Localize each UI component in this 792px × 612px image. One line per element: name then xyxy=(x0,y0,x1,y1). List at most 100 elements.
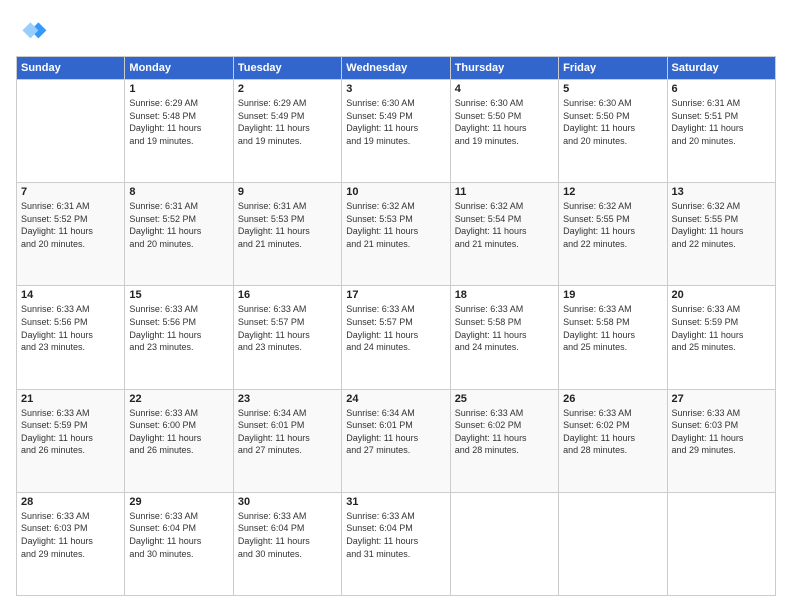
calendar-day-25: 25 Sunrise: 6:33 AM Sunset: 6:02 PM Dayli… xyxy=(450,389,558,492)
calendar-day-23: 23Sunrise: 6:34 AM Sunset: 6:01 PM Dayli… xyxy=(233,389,341,492)
day-info: Sunrise: 6:33 AM Sunset: 6:04 PM Dayligh… xyxy=(346,510,445,560)
day-info: Sunrise: 6:33 AM Sunset: 5:57 PM Dayligh… xyxy=(346,303,445,353)
day-info: Sunrise: 6:32 AM Sunset: 5:55 PM Dayligh… xyxy=(672,200,771,250)
day-number: 31 xyxy=(346,496,445,508)
weekday-header-tuesday: Tuesday xyxy=(233,57,341,80)
calendar-day-1: 1Sunrise: 6:29 AM Sunset: 5:48 PM Daylig… xyxy=(125,80,233,183)
day-number: 26 xyxy=(563,393,662,405)
day-info: Sunrise: 6:30 AM Sunset: 5:49 PM Dayligh… xyxy=(346,97,445,147)
day-number: 18 xyxy=(455,289,554,301)
day-number: 9 xyxy=(238,186,337,198)
calendar-empty-cell xyxy=(17,80,125,183)
day-info: Sunrise: 6:31 AM Sunset: 5:52 PM Dayligh… xyxy=(21,200,120,250)
calendar-day-30: 30 Sunrise: 6:33 AM Sunset: 6:04 PM Dayli… xyxy=(233,492,341,595)
weekday-header-sunday: Sunday xyxy=(17,57,125,80)
day-number: 4 xyxy=(455,83,554,95)
day-info: Sunrise: 6:32 AM Sunset: 5:54 PM Dayligh… xyxy=(455,200,554,250)
day-info: Sunrise: 6:33 AM Sunset: 6:04 PM Dayligh… xyxy=(129,510,228,560)
logo xyxy=(16,16,52,48)
day-number: 2 xyxy=(238,83,337,95)
day-number: 16 xyxy=(238,289,337,301)
day-number: 15 xyxy=(129,289,228,301)
calendar-day-31: 31 Sunrise: 6:33 AM Sunset: 6:04 PM Dayli… xyxy=(342,492,450,595)
calendar-day-20: 20Sunrise: 6:33 AM Sunset: 5:59 PM Dayli… xyxy=(667,286,775,389)
day-number: 30 xyxy=(238,496,337,508)
weekday-header-friday: Friday xyxy=(559,57,667,80)
calendar-day-18: 18 Sunrise: 6:33 AM Sunset: 5:58 PM Dayli… xyxy=(450,286,558,389)
page: SundayMondayTuesdayWednesdayThursdayFrid… xyxy=(0,0,792,612)
day-number: 29 xyxy=(129,496,228,508)
calendar-empty-cell xyxy=(559,492,667,595)
day-info: Sunrise: 6:33 AM Sunset: 5:56 PM Dayligh… xyxy=(129,303,228,353)
calendar-day-7: 7 Sunrise: 6:31 AM Sunset: 5:52 PM Daylig… xyxy=(17,183,125,286)
weekday-header-saturday: Saturday xyxy=(667,57,775,80)
day-info: Sunrise: 6:32 AM Sunset: 5:55 PM Dayligh… xyxy=(563,200,662,250)
calendar-day-4: 4 Sunrise: 6:30 AM Sunset: 5:50 PM Daylig… xyxy=(450,80,558,183)
day-number: 13 xyxy=(672,186,771,198)
logo-icon xyxy=(16,16,48,48)
header xyxy=(16,16,776,48)
calendar-day-24: 24Sunrise: 6:34 AM Sunset: 6:01 PM Dayli… xyxy=(342,389,450,492)
calendar-day-22: 22 Sunrise: 6:33 AM Sunset: 6:00 PM Dayli… xyxy=(125,389,233,492)
calendar-day-8: 8Sunrise: 6:31 AM Sunset: 5:52 PM Daylig… xyxy=(125,183,233,286)
weekday-header-thursday: Thursday xyxy=(450,57,558,80)
day-number: 11 xyxy=(455,186,554,198)
calendar-empty-cell xyxy=(450,492,558,595)
calendar-day-13: 13 Sunrise: 6:32 AM Sunset: 5:55 PM Dayli… xyxy=(667,183,775,286)
calendar-day-16: 16 Sunrise: 6:33 AM Sunset: 5:57 PM Dayli… xyxy=(233,286,341,389)
calendar-week-row: 28Sunrise: 6:33 AM Sunset: 6:03 PM Dayli… xyxy=(17,492,776,595)
calendar-day-11: 11 Sunrise: 6:32 AM Sunset: 5:54 PM Dayli… xyxy=(450,183,558,286)
day-info: Sunrise: 6:33 AM Sunset: 5:57 PM Dayligh… xyxy=(238,303,337,353)
day-number: 6 xyxy=(672,83,771,95)
day-info: Sunrise: 6:33 AM Sunset: 5:56 PM Dayligh… xyxy=(21,303,120,353)
day-info: Sunrise: 6:31 AM Sunset: 5:52 PM Dayligh… xyxy=(129,200,228,250)
weekday-header-wednesday: Wednesday xyxy=(342,57,450,80)
calendar-day-2: 2 Sunrise: 6:29 AM Sunset: 5:49 PM Daylig… xyxy=(233,80,341,183)
calendar-day-6: 6Sunrise: 6:31 AM Sunset: 5:51 PM Daylig… xyxy=(667,80,775,183)
calendar-day-28: 28Sunrise: 6:33 AM Sunset: 6:03 PM Dayli… xyxy=(17,492,125,595)
day-info: Sunrise: 6:33 AM Sunset: 6:02 PM Dayligh… xyxy=(455,407,554,457)
day-info: Sunrise: 6:31 AM Sunset: 5:53 PM Dayligh… xyxy=(238,200,337,250)
day-number: 14 xyxy=(21,289,120,301)
calendar-week-row: 1Sunrise: 6:29 AM Sunset: 5:48 PM Daylig… xyxy=(17,80,776,183)
day-info: Sunrise: 6:33 AM Sunset: 6:03 PM Dayligh… xyxy=(672,407,771,457)
calendar-day-14: 14 Sunrise: 6:33 AM Sunset: 5:56 PM Dayli… xyxy=(17,286,125,389)
calendar-week-row: 7 Sunrise: 6:31 AM Sunset: 5:52 PM Daylig… xyxy=(17,183,776,286)
day-number: 22 xyxy=(129,393,228,405)
day-number: 1 xyxy=(129,83,228,95)
day-info: Sunrise: 6:33 AM Sunset: 6:04 PM Dayligh… xyxy=(238,510,337,560)
day-info: Sunrise: 6:33 AM Sunset: 5:58 PM Dayligh… xyxy=(563,303,662,353)
day-number: 3 xyxy=(346,83,445,95)
calendar-day-26: 26 Sunrise: 6:33 AM Sunset: 6:02 PM Dayli… xyxy=(559,389,667,492)
day-info: Sunrise: 6:33 AM Sunset: 5:58 PM Dayligh… xyxy=(455,303,554,353)
day-info: Sunrise: 6:33 AM Sunset: 5:59 PM Dayligh… xyxy=(21,407,120,457)
calendar-header-row: SundayMondayTuesdayWednesdayThursdayFrid… xyxy=(17,57,776,80)
day-info: Sunrise: 6:29 AM Sunset: 5:49 PM Dayligh… xyxy=(238,97,337,147)
day-number: 23 xyxy=(238,393,337,405)
day-number: 5 xyxy=(563,83,662,95)
weekday-header-monday: Monday xyxy=(125,57,233,80)
calendar-day-3: 3 Sunrise: 6:30 AM Sunset: 5:49 PM Daylig… xyxy=(342,80,450,183)
day-info: Sunrise: 6:30 AM Sunset: 5:50 PM Dayligh… xyxy=(455,97,554,147)
day-info: Sunrise: 6:33 AM Sunset: 6:03 PM Dayligh… xyxy=(21,510,120,560)
day-number: 7 xyxy=(21,186,120,198)
day-info: Sunrise: 6:30 AM Sunset: 5:50 PM Dayligh… xyxy=(563,97,662,147)
calendar-day-10: 10 Sunrise: 6:32 AM Sunset: 5:53 PM Dayli… xyxy=(342,183,450,286)
day-number: 10 xyxy=(346,186,445,198)
day-number: 12 xyxy=(563,186,662,198)
day-info: Sunrise: 6:34 AM Sunset: 6:01 PM Dayligh… xyxy=(346,407,445,457)
calendar-day-5: 5 Sunrise: 6:30 AM Sunset: 5:50 PM Daylig… xyxy=(559,80,667,183)
calendar-day-12: 12 Sunrise: 6:32 AM Sunset: 5:55 PM Dayli… xyxy=(559,183,667,286)
calendar-day-21: 21Sunrise: 6:33 AM Sunset: 5:59 PM Dayli… xyxy=(17,389,125,492)
day-number: 25 xyxy=(455,393,554,405)
day-info: Sunrise: 6:33 AM Sunset: 5:59 PM Dayligh… xyxy=(672,303,771,353)
calendar-table: SundayMondayTuesdayWednesdayThursdayFrid… xyxy=(16,56,776,596)
day-info: Sunrise: 6:32 AM Sunset: 5:53 PM Dayligh… xyxy=(346,200,445,250)
calendar-day-17: 17Sunrise: 6:33 AM Sunset: 5:57 PM Dayli… xyxy=(342,286,450,389)
calendar-day-9: 9 Sunrise: 6:31 AM Sunset: 5:53 PM Daylig… xyxy=(233,183,341,286)
calendar-day-27: 27 Sunrise: 6:33 AM Sunset: 6:03 PM Dayli… xyxy=(667,389,775,492)
day-info: Sunrise: 6:33 AM Sunset: 6:02 PM Dayligh… xyxy=(563,407,662,457)
day-number: 27 xyxy=(672,393,771,405)
day-info: Sunrise: 6:33 AM Sunset: 6:00 PM Dayligh… xyxy=(129,407,228,457)
calendar-day-15: 15 Sunrise: 6:33 AM Sunset: 5:56 PM Dayli… xyxy=(125,286,233,389)
